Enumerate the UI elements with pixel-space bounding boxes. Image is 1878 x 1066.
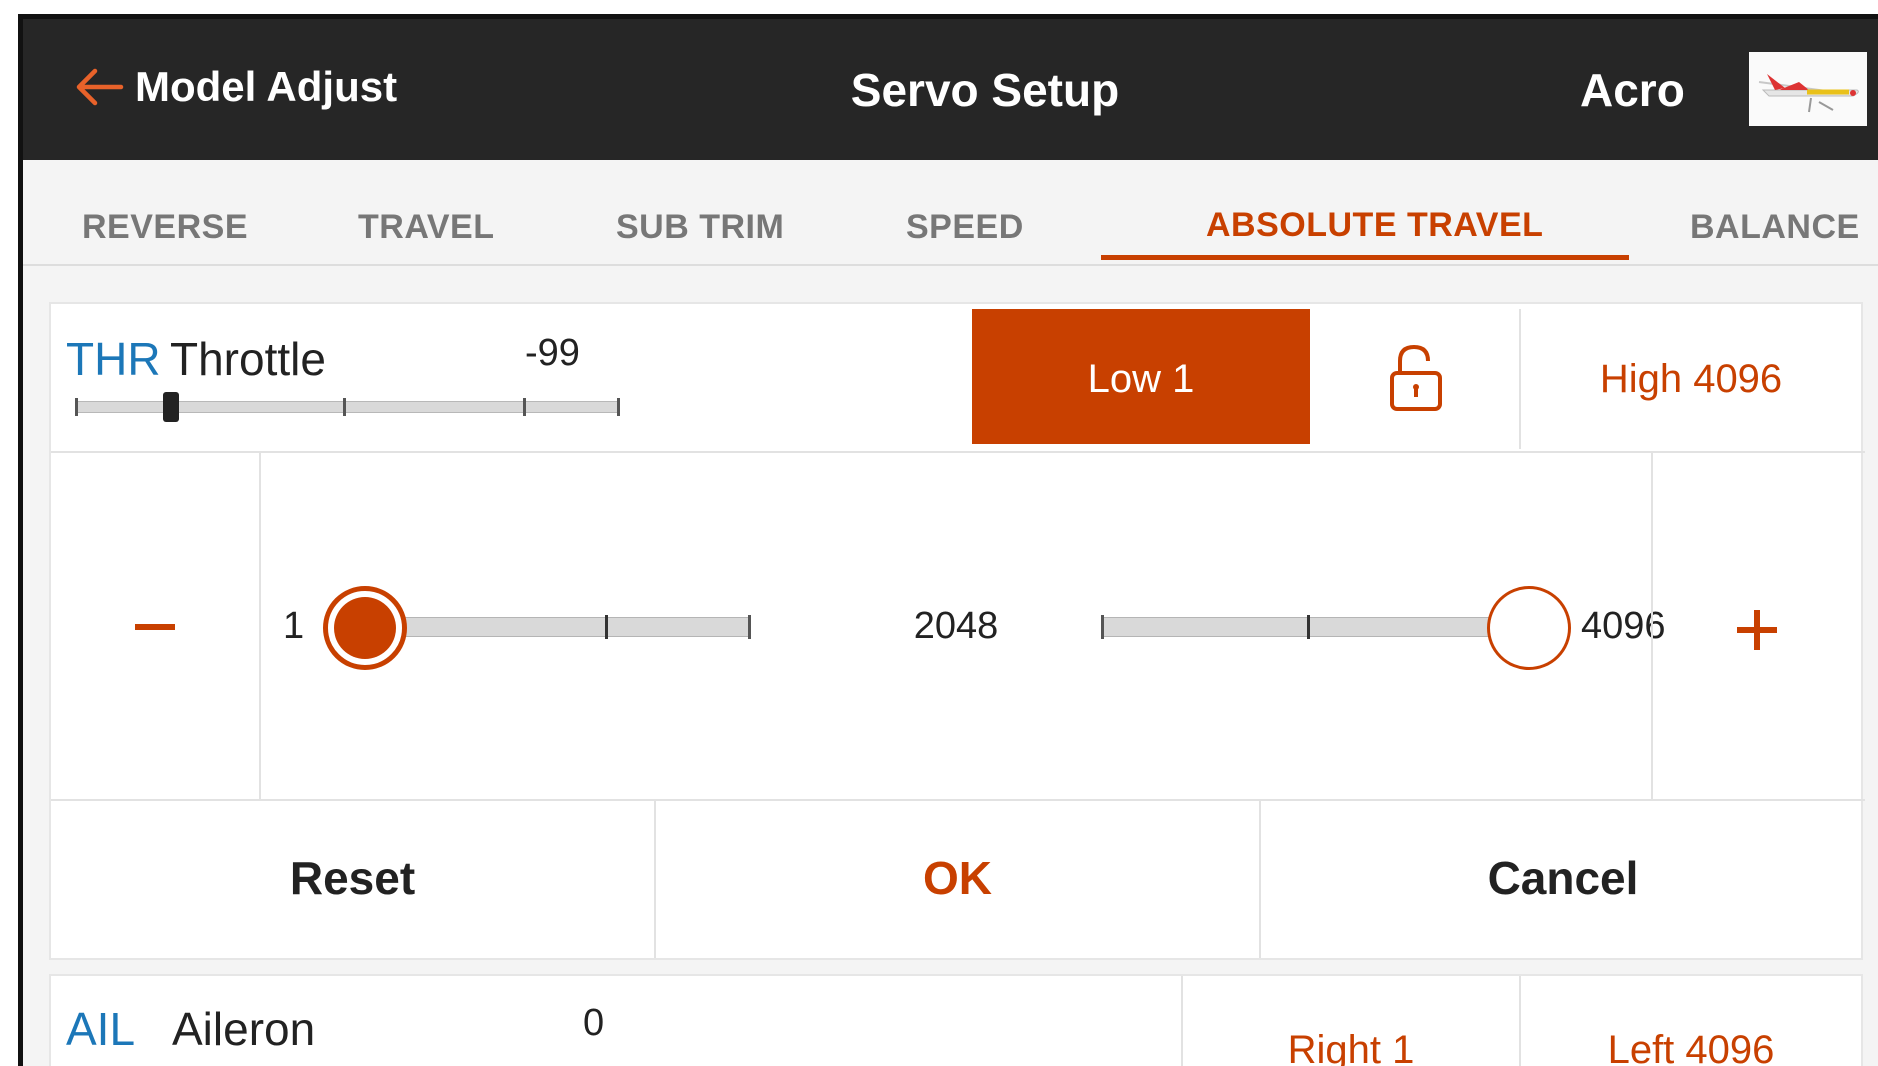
left-button[interactable]: Left 4096 bbox=[1521, 976, 1861, 1066]
unlock-icon[interactable] bbox=[1386, 341, 1446, 413]
top-bar: Model Adjust Servo Setup Acro bbox=[23, 19, 1878, 160]
channel-code: THR bbox=[66, 333, 161, 385]
channel-code: AIL bbox=[66, 1003, 136, 1055]
plus-icon bbox=[1737, 610, 1777, 650]
high-value-handle[interactable] bbox=[1487, 586, 1571, 670]
tab-balance[interactable]: BALANCE bbox=[1690, 208, 1860, 247]
throttle-channel-card: THR Throttle -99 Low 1 High 4096 1 2048 … bbox=[49, 302, 1865, 960]
channel-value: 0 bbox=[583, 1002, 605, 1044]
tab-bar: REVERSE TRAVEL SUB TRIM SPEED ABSOLUTE T… bbox=[23, 160, 1878, 266]
screen: Model Adjust Servo Setup Acro REVERSE TR… bbox=[18, 14, 1878, 1066]
channel-position-bar bbox=[71, 392, 623, 422]
tab-speed[interactable]: SPEED bbox=[906, 208, 1024, 247]
tab-reverse[interactable]: REVERSE bbox=[82, 208, 248, 247]
ok-button[interactable]: OK bbox=[656, 801, 1259, 958]
tab-travel[interactable]: TRAVEL bbox=[358, 208, 494, 247]
reset-button[interactable]: Reset bbox=[51, 801, 654, 958]
right-button-label: Right 1 bbox=[1287, 1028, 1415, 1066]
right-button[interactable]: Right 1 bbox=[1183, 976, 1519, 1066]
track-tick bbox=[1101, 615, 1104, 639]
low-value-handle[interactable] bbox=[323, 586, 407, 670]
cancel-button-label: Cancel bbox=[1487, 852, 1639, 904]
channel-name: Throttle bbox=[170, 333, 326, 385]
tab-sub-trim[interactable]: SUB TRIM bbox=[616, 208, 784, 247]
airplane-icon bbox=[1758, 74, 1859, 113]
aileron-channel-card: AIL Aileron 0 Right 1 Left 4096 bbox=[49, 974, 1863, 1066]
range-editor: 1 2048 4096 bbox=[261, 453, 1666, 799]
channel-position-marker bbox=[163, 392, 179, 422]
high-button-label: High 4096 bbox=[1599, 357, 1783, 401]
reset-button-label: Reset bbox=[289, 852, 416, 904]
model-name: Acro bbox=[1580, 64, 1685, 116]
channel-name: Aileron bbox=[172, 1003, 316, 1055]
left-button-label: Left 4096 bbox=[1607, 1028, 1775, 1066]
decrement-button[interactable] bbox=[51, 453, 259, 799]
active-tab-indicator bbox=[1101, 255, 1629, 260]
track-tick bbox=[748, 615, 751, 639]
track-tick bbox=[1307, 615, 1310, 639]
high-range-track bbox=[1101, 617, 1511, 637]
tab-absolute-travel[interactable]: ABSOLUTE TRAVEL bbox=[1206, 206, 1543, 245]
low-button[interactable]: Low 1 bbox=[972, 309, 1310, 444]
ok-button-label: OK bbox=[923, 852, 992, 904]
high-button[interactable]: High 4096 bbox=[1521, 309, 1861, 444]
model-thumbnail-image[interactable] bbox=[1749, 52, 1867, 126]
low-button-label: Low 1 bbox=[1087, 357, 1195, 401]
page-title-text: Servo Setup bbox=[850, 64, 1120, 116]
increment-button[interactable] bbox=[1653, 453, 1861, 799]
minus-icon bbox=[135, 624, 175, 630]
track-tick bbox=[605, 615, 608, 639]
channel-value: -99 bbox=[525, 332, 580, 374]
cancel-button[interactable]: Cancel bbox=[1261, 801, 1865, 958]
